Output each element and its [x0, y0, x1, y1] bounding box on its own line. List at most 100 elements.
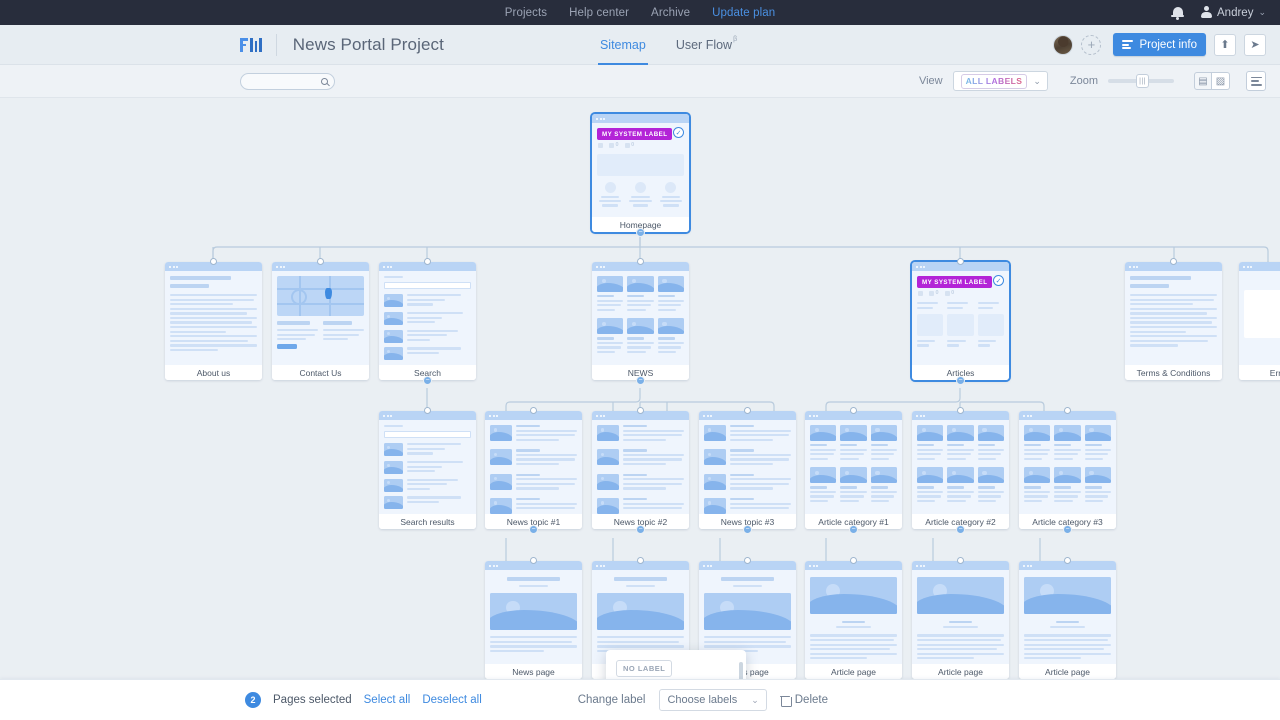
share-arrow-icon[interactable]: ➤ — [1244, 34, 1266, 56]
node-expand-button[interactable]: − — [956, 525, 965, 534]
node-check-icon[interactable]: ✓ — [673, 127, 684, 138]
node-collapse-button[interactable] — [1064, 407, 1071, 414]
node-collapse-button[interactable] — [957, 557, 964, 564]
image-on-icon[interactable]: ▤ — [1194, 72, 1212, 90]
select-all-button[interactable]: Select all — [364, 694, 411, 706]
top-nav-links: Projects Help center Archive Update plan — [505, 7, 775, 19]
delete-button[interactable]: Delete — [781, 694, 828, 706]
view-label: View — [919, 75, 943, 87]
nav-link-update-plan[interactable]: Update plan — [712, 7, 775, 19]
tab-sitemap[interactable]: Sitemap — [598, 25, 648, 65]
node-thumbnail — [1019, 570, 1116, 664]
node-expand-button[interactable]: − — [636, 228, 645, 237]
sitemap-node-article-page-2[interactable]: Article page — [912, 561, 1009, 679]
node-collapse-button[interactable] — [637, 407, 644, 414]
node-expand-button[interactable]: − — [1063, 525, 1072, 534]
avatar[interactable] — [1053, 35, 1073, 55]
node-expand-button[interactable]: − — [956, 376, 965, 385]
search-input[interactable] — [240, 73, 335, 90]
chevron-down-icon: ⌄ — [1258, 7, 1266, 18]
sitemap-node-contact-us[interactable]: Contact Us — [272, 262, 369, 380]
toolbar-right: View ALL LABELS ⌄ Zoom ||| ▤ ▨ — [919, 71, 1266, 91]
header-divider — [276, 34, 277, 56]
node-expand-button[interactable]: − — [529, 525, 538, 534]
node-expand-button[interactable]: − — [636, 376, 645, 385]
tab-user-flow[interactable]: User Flowβ — [674, 25, 739, 65]
selected-pages-label: Pages selected — [273, 694, 352, 706]
add-member-button[interactable]: + — [1081, 35, 1101, 55]
node-title: Article page — [805, 664, 902, 679]
image-toggle-group: ▤ ▨ — [1194, 72, 1230, 90]
choose-labels-select[interactable]: Choose labels ⌄ — [659, 689, 766, 711]
sitemap-node-error-404[interactable]: 4 Error 404 — [1239, 262, 1280, 380]
node-title: Contact Us — [272, 365, 369, 380]
sitemap-node-news[interactable]: NEWS − — [592, 262, 689, 380]
node-collapse-button[interactable] — [744, 407, 751, 414]
project-info-button[interactable]: Project info — [1113, 33, 1206, 56]
node-collapse-button[interactable] — [1064, 557, 1071, 564]
node-label-badge[interactable]: MY SYSTEM LABEL — [917, 276, 992, 288]
node-collapse-button[interactable] — [850, 407, 857, 414]
user-avatar-icon — [1200, 6, 1212, 19]
node-collapse-button[interactable] — [957, 407, 964, 414]
zoom-slider[interactable]: ||| — [1108, 79, 1174, 83]
node-expand-button[interactable]: − — [423, 376, 432, 385]
bell-icon[interactable] — [1171, 6, 1184, 20]
search-icon — [321, 78, 328, 85]
image-off-icon[interactable]: ▨ — [1212, 72, 1230, 90]
view-labels-select[interactable]: ALL LABELS ⌄ — [953, 71, 1048, 91]
node-check-icon[interactable]: ✓ — [993, 275, 1004, 286]
user-menu[interactable]: Andrey ⌄ — [1200, 6, 1266, 19]
sitemap-node-news-topic-3[interactable]: News topic #3 − — [699, 411, 796, 529]
list-view-icon[interactable] — [1246, 71, 1266, 91]
node-collapse-button[interactable] — [744, 557, 751, 564]
node-expand-button[interactable]: − — [743, 525, 752, 534]
chevron-down-icon: ⌄ — [751, 695, 759, 706]
node-thumbnail — [272, 271, 369, 365]
sitemap-node-search[interactable]: Search − — [379, 262, 476, 380]
node-collapse-button[interactable] — [637, 258, 644, 265]
sitemap-node-articles[interactable]: MY SYSTEM LABEL ✓ 0 0 Articles − — [912, 262, 1009, 380]
node-collapse-button[interactable] — [850, 557, 857, 564]
node-expand-button[interactable]: − — [636, 525, 645, 534]
node-expand-button[interactable]: − — [849, 525, 858, 534]
node-collapse-button[interactable] — [424, 258, 431, 265]
node-collapse-button[interactable] — [957, 258, 964, 265]
sitemap-node-news-topic-2[interactable]: News topic #2 − — [592, 411, 689, 529]
node-thumbnail — [1019, 420, 1116, 514]
sitemap-node-article-page-1[interactable]: Article page — [805, 561, 902, 679]
sitemap-node-terms-conditions[interactable]: Terms & Conditions — [1125, 262, 1222, 380]
export-icon[interactable]: ⬆ — [1214, 34, 1236, 56]
sitemap-node-article-category-2[interactable]: Article category #2 − — [912, 411, 1009, 529]
node-thumbnail: 4 — [1239, 271, 1280, 365]
node-collapse-button[interactable] — [1170, 258, 1177, 265]
sitemap-node-homepage[interactable]: MY SYSTEM LABEL ✓ 0 0 Homepage − — [592, 114, 689, 232]
node-title: Article page — [1019, 664, 1116, 679]
flowmapp-logo[interactable] — [240, 37, 262, 52]
sitemap-node-about-us[interactable]: About us — [165, 262, 262, 380]
node-thumbnail: MY SYSTEM LABEL ✓ 0 0 — [912, 271, 1009, 365]
node-thumbnail — [379, 420, 476, 514]
node-collapse-button[interactable] — [317, 258, 324, 265]
node-collapse-button[interactable] — [424, 407, 431, 414]
sitemap-node-article-page-3[interactable]: Article page — [1019, 561, 1116, 679]
nav-link-projects[interactable]: Projects — [505, 7, 547, 19]
node-thumbnail: MY SYSTEM LABEL ✓ 0 0 — [592, 123, 689, 217]
deselect-all-button[interactable]: Deselect all — [422, 694, 481, 706]
nav-link-archive[interactable]: Archive — [651, 7, 690, 19]
sitemap-node-news-topic-1[interactable]: News topic #1 − — [485, 411, 582, 529]
node-label-badge[interactable]: MY SYSTEM LABEL — [597, 128, 672, 140]
sitemap-node-search-results[interactable]: Search results — [379, 411, 476, 529]
sitemap-canvas[interactable]: MY SYSTEM LABEL ✓ 0 0 Homepage − — [0, 98, 1280, 720]
node-collapse-button[interactable] — [530, 407, 537, 414]
sitemap-node-news-page-1[interactable]: News page — [485, 561, 582, 679]
node-collapse-button[interactable] — [530, 557, 537, 564]
zoom-slider-handle[interactable]: ||| — [1136, 74, 1149, 88]
no-label-option[interactable]: NO LABEL — [616, 660, 672, 677]
node-collapse-button[interactable] — [210, 258, 217, 265]
nav-link-help-center[interactable]: Help center — [569, 7, 629, 19]
node-collapse-button[interactable] — [637, 557, 644, 564]
sitemap-node-article-category-3[interactable]: Article category #3 − — [1019, 411, 1116, 529]
node-title: Search results — [379, 514, 476, 529]
sitemap-node-article-category-1[interactable]: Article category #1 − — [805, 411, 902, 529]
